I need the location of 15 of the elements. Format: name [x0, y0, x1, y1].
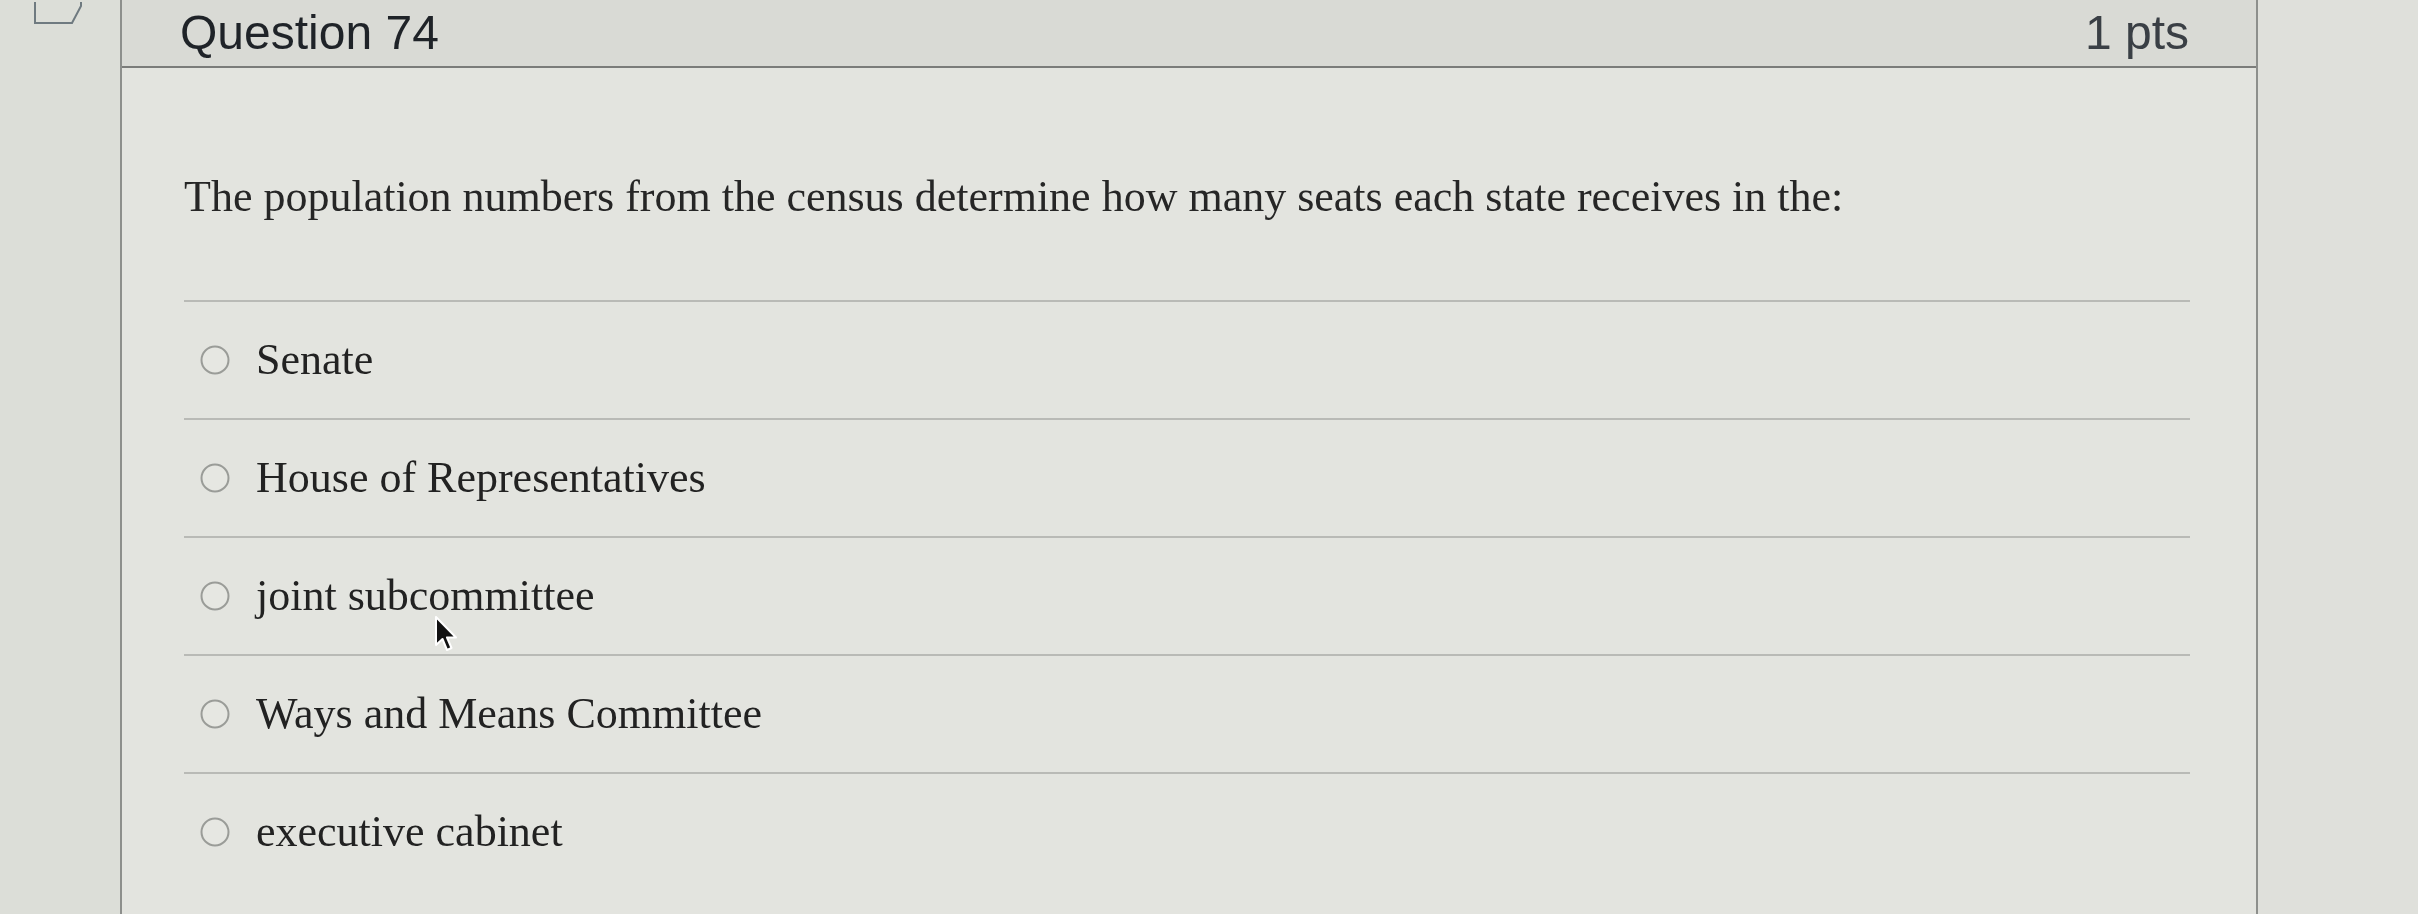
radio-button[interactable] [200, 817, 230, 847]
question-text: The population numbers from the census determine how many seats each state receives in the: [184, 171, 1845, 223]
question-title: Question 74 [180, 9, 439, 57]
answer-option-label[interactable]: Ways and Means Committee [256, 688, 763, 740]
answer-option-label[interactable]: joint subcommittee [256, 570, 595, 622]
radio-button[interactable] [200, 463, 230, 493]
radio-button[interactable] [200, 699, 230, 729]
answer-option-label[interactable]: executive cabinet [256, 806, 563, 858]
radio-button[interactable] [200, 581, 230, 611]
points-label: 1 pts [2084, 9, 2189, 57]
answer-option-label[interactable]: House of Representatives [256, 452, 706, 504]
answer-option-label[interactable]: Senate [256, 334, 374, 386]
mouse-pointer-icon [434, 616, 458, 652]
tag-icon[interactable] [34, 2, 82, 24]
radio-button[interactable] [200, 345, 230, 375]
